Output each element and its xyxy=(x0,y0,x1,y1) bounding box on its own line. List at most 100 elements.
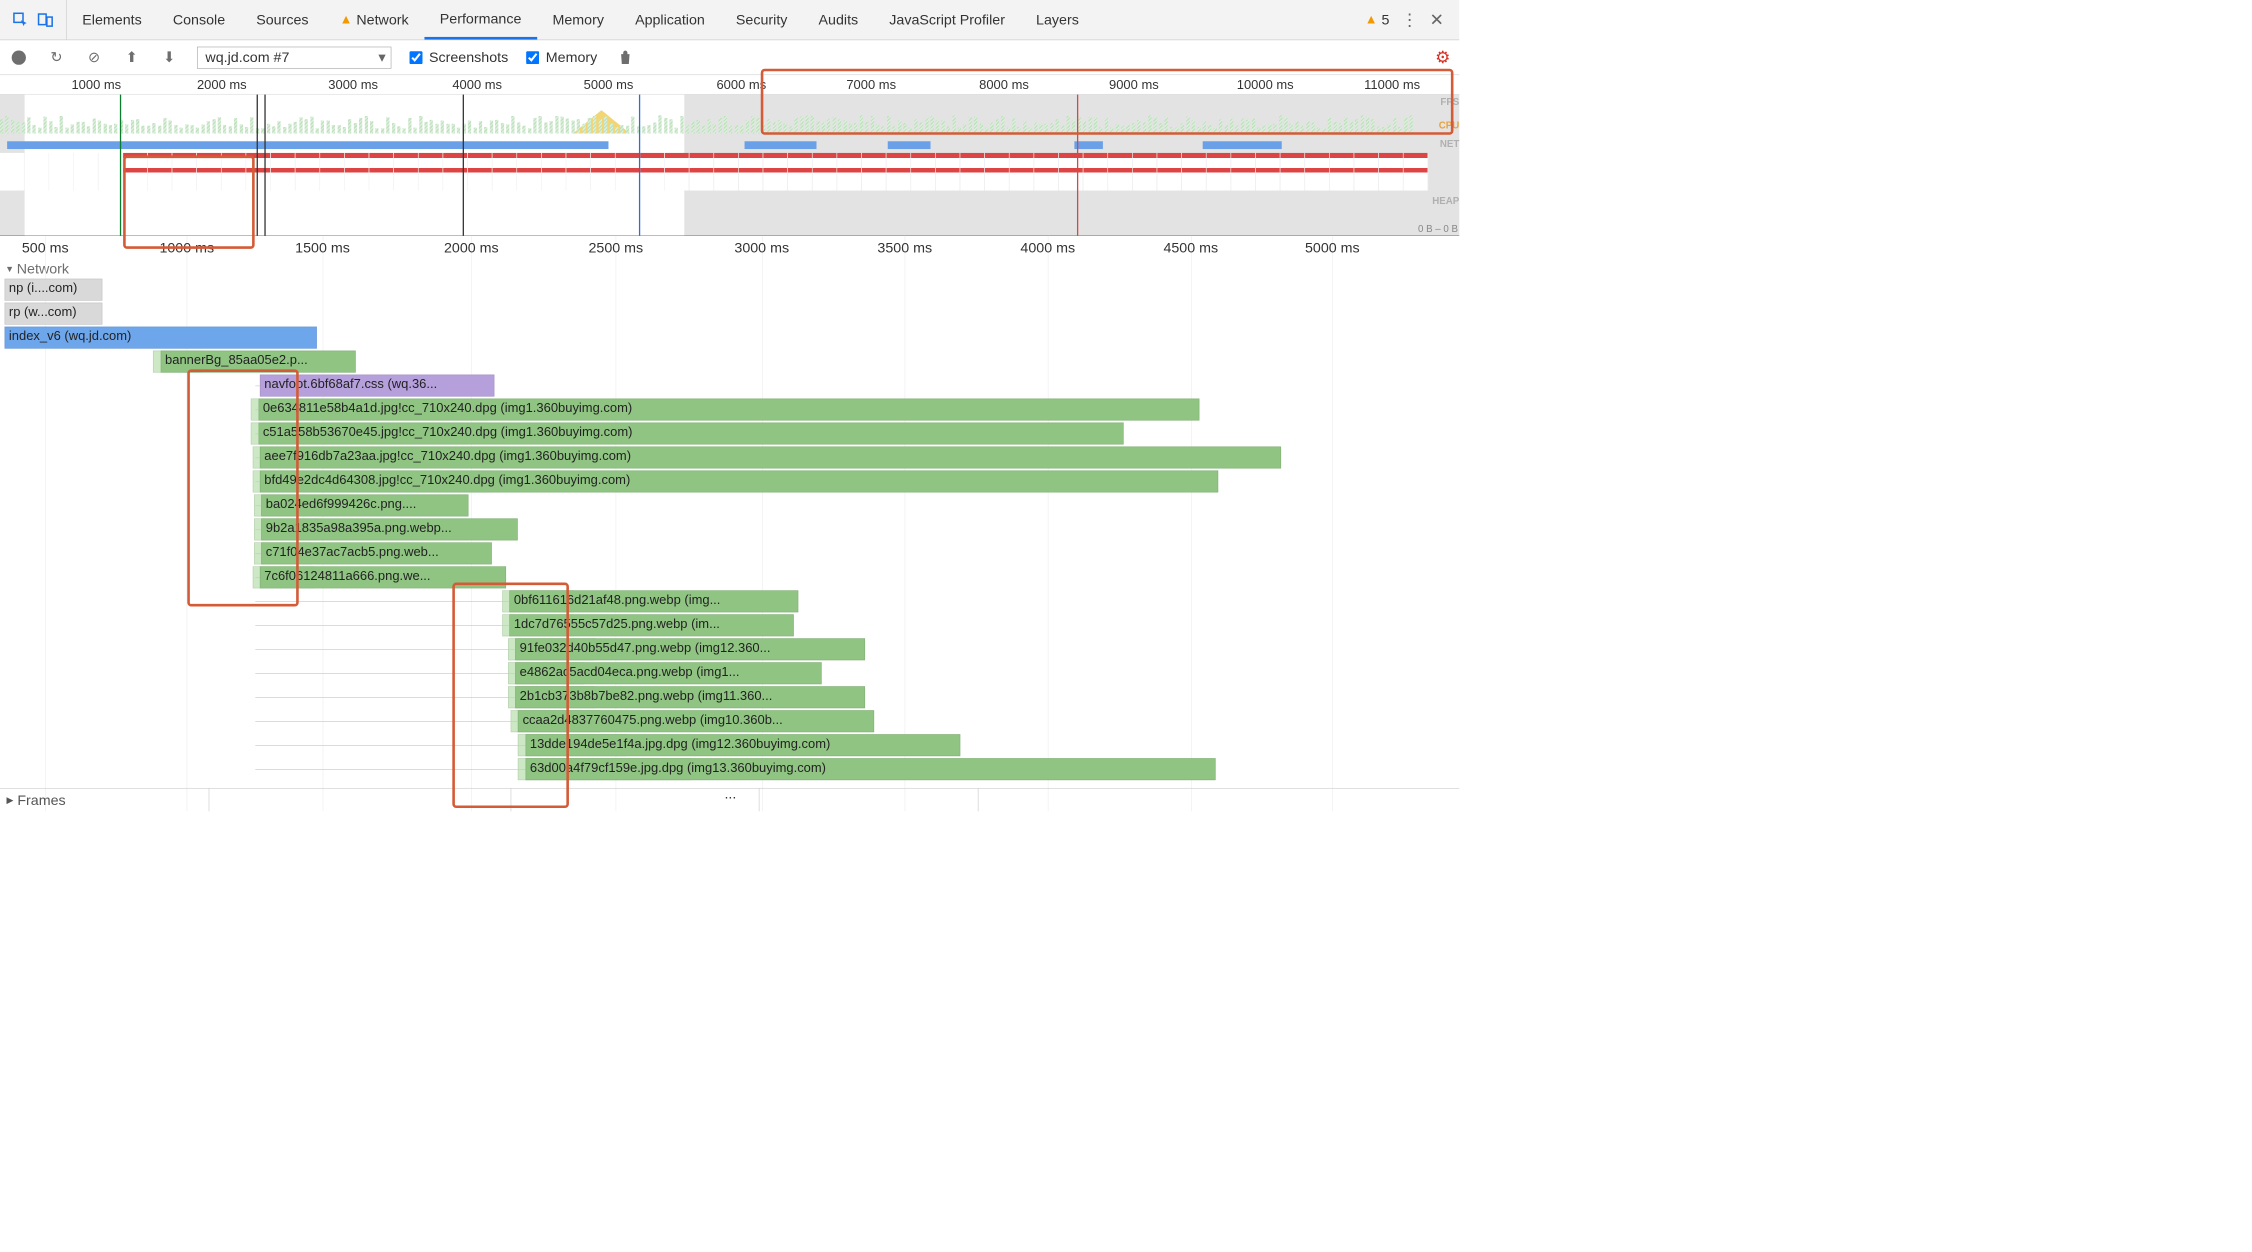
tab-performance[interactable]: Performance xyxy=(424,0,537,40)
screenshot-thumb[interactable] xyxy=(936,153,961,191)
network-bar[interactable]: ccaa2d4837760475.png.webp (img10.360b... xyxy=(518,710,874,732)
screenshot-thumb[interactable] xyxy=(369,153,394,191)
network-bar[interactable]: navfoot.6bf68af7.css (wq.36... xyxy=(260,375,495,397)
tab-application[interactable]: Application xyxy=(620,0,721,40)
screenshot-thumb[interactable] xyxy=(394,153,419,191)
screenshot-thumb[interactable] xyxy=(49,153,74,191)
screenshot-thumb[interactable] xyxy=(1330,153,1355,191)
screenshot-thumb[interactable] xyxy=(1182,153,1207,191)
screenshot-thumb[interactable] xyxy=(172,153,197,191)
network-bar[interactable]: 0e634811e58b4a1d.jpg!cc_710x240.dpg (img… xyxy=(258,399,1199,421)
inspect-element-icon[interactable] xyxy=(12,11,30,29)
screenshot-thumb[interactable] xyxy=(25,153,50,191)
screenshot-thumb[interactable] xyxy=(689,153,714,191)
screenshot-thumb[interactable] xyxy=(443,153,468,191)
record-button[interactable] xyxy=(9,48,28,67)
screenshot-thumb[interactable] xyxy=(1404,153,1429,191)
filmstrip[interactable] xyxy=(0,153,1432,191)
screenshot-thumb[interactable] xyxy=(1280,153,1305,191)
network-bar[interactable]: aee7f916db7a23aa.jpg!cc_710x240.dpg (img… xyxy=(260,446,1282,468)
tab-network[interactable]: ▲Network xyxy=(324,0,424,40)
tab-layers[interactable]: Layers xyxy=(1020,0,1094,40)
screenshot-thumb[interactable] xyxy=(813,153,838,191)
screenshot-thumb[interactable] xyxy=(1354,153,1379,191)
network-bar[interactable]: bfd49e2dc4d64308.jpg!cc_710x240.dpg (img… xyxy=(260,470,1219,492)
screenshot-thumb[interactable] xyxy=(566,153,591,191)
screenshot-thumb[interactable] xyxy=(74,153,99,191)
screenshot-thumb[interactable] xyxy=(468,153,493,191)
network-bar[interactable]: index_v6 (wq.jd.com) xyxy=(4,327,316,349)
screenshots-checkbox-input[interactable] xyxy=(410,51,423,64)
screenshot-thumb[interactable] xyxy=(837,153,862,191)
screenshot-thumb[interactable] xyxy=(492,153,517,191)
recording-selector[interactable]: wq.jd.com #7 xyxy=(197,46,391,68)
screenshot-thumb[interactable] xyxy=(345,153,370,191)
network-bar[interactable]: 91fe032d40b55d47.png.webp (img12.360... xyxy=(515,638,865,660)
screenshot-thumb[interactable] xyxy=(788,153,813,191)
section-frames[interactable]: ▶ Frames xyxy=(0,788,1459,811)
network-bar[interactable]: 7c6f06124811a666.png.we... xyxy=(260,566,507,588)
warning-count[interactable]: ▲5 xyxy=(1365,11,1390,28)
tab-sources[interactable]: Sources xyxy=(241,0,324,40)
screenshot-thumb[interactable] xyxy=(1108,153,1133,191)
screenshot-thumb[interactable] xyxy=(616,153,641,191)
tab-jsprofiler[interactable]: JavaScript Profiler xyxy=(874,0,1021,40)
screenshot-thumb[interactable] xyxy=(1083,153,1108,191)
network-bar[interactable]: np (i....com) xyxy=(4,279,102,301)
close-icon[interactable]: ✕ xyxy=(1430,10,1444,30)
tab-elements[interactable]: Elements xyxy=(67,0,158,40)
screenshot-thumb[interactable] xyxy=(542,153,567,191)
clear-button[interactable]: ⊘ xyxy=(84,48,103,67)
network-bar[interactable]: rp (w...com) xyxy=(4,303,102,325)
memory-checkbox[interactable]: Memory xyxy=(526,49,597,66)
screenshot-thumb[interactable] xyxy=(985,153,1010,191)
screenshot-thumb[interactable] xyxy=(197,153,222,191)
screenshot-thumb[interactable] xyxy=(0,153,25,191)
network-bar[interactable]: 1dc7d76555c57d25.png.webp (im... xyxy=(509,614,794,636)
tab-console[interactable]: Console xyxy=(157,0,240,40)
reload-record-button[interactable]: ↻ xyxy=(47,48,66,67)
screenshot-thumb[interactable] xyxy=(960,153,985,191)
tab-security[interactable]: Security xyxy=(720,0,803,40)
screenshot-thumb[interactable] xyxy=(1059,153,1084,191)
tab-memory[interactable]: Memory xyxy=(537,0,620,40)
screenshot-thumb[interactable] xyxy=(271,153,296,191)
load-profile-button[interactable]: ⬆ xyxy=(122,48,141,67)
gc-button[interactable] xyxy=(615,48,634,67)
screenshot-thumb[interactable] xyxy=(739,153,764,191)
screenshot-thumb[interactable] xyxy=(320,153,345,191)
flamechart[interactable]: 500 ms1000 ms1500 ms2000 ms2500 ms3000 m… xyxy=(0,236,1459,811)
network-bar[interactable]: e4862ac5acd04eca.png.webp (img1... xyxy=(515,662,821,684)
screenshot-thumb[interactable] xyxy=(123,153,148,191)
network-bar[interactable]: bannerBg_85aa05e2.p... xyxy=(161,351,357,373)
network-bar[interactable]: 63d00a4f79cf159e.jpg.dpg (img13.360buyim… xyxy=(525,758,1215,780)
network-bar[interactable]: 9b2a1835a98a395a.png.webp... xyxy=(261,518,518,540)
screenshot-thumb[interactable] xyxy=(714,153,739,191)
network-bar[interactable]: 0bf611616d21af48.png.webp (img... xyxy=(509,590,798,612)
screenshot-thumb[interactable] xyxy=(1157,153,1182,191)
screenshot-thumb[interactable] xyxy=(763,153,788,191)
screenshot-thumb[interactable] xyxy=(1010,153,1035,191)
screenshot-thumb[interactable] xyxy=(911,153,936,191)
network-bar[interactable]: 2b1cb373b8b7be82.png.webp (img11.360... xyxy=(515,686,865,708)
screenshot-thumb[interactable] xyxy=(517,153,542,191)
screenshot-thumb[interactable] xyxy=(246,153,271,191)
screenshot-thumb[interactable] xyxy=(665,153,690,191)
more-menu-icon[interactable]: ⋮ xyxy=(1401,10,1418,30)
screenshot-thumb[interactable] xyxy=(862,153,887,191)
network-bar[interactable]: ba024ed6f999426c.png.... xyxy=(261,494,468,516)
screenshot-thumb[interactable] xyxy=(1207,153,1232,191)
screenshot-thumb[interactable] xyxy=(148,153,173,191)
network-bar[interactable]: c71f04e37ac7acb5.png.web... xyxy=(261,542,492,564)
screenshot-thumb[interactable] xyxy=(1256,153,1281,191)
screenshot-thumb[interactable] xyxy=(419,153,444,191)
screenshot-thumb[interactable] xyxy=(1305,153,1330,191)
screenshot-thumb[interactable] xyxy=(640,153,665,191)
screenshot-thumb[interactable] xyxy=(886,153,911,191)
screenshot-thumb[interactable] xyxy=(1231,153,1256,191)
overview-body[interactable]: FPS CPU NET HEAP 0 B – 0 B xyxy=(0,95,1459,236)
device-toggle-icon[interactable] xyxy=(36,11,54,29)
screenshot-thumb[interactable] xyxy=(1379,153,1404,191)
network-bar[interactable]: c51a558b53670e45.jpg!cc_710x240.dpg (img… xyxy=(258,422,1123,444)
settings-gear-icon[interactable]: ⚙ xyxy=(1435,47,1450,67)
